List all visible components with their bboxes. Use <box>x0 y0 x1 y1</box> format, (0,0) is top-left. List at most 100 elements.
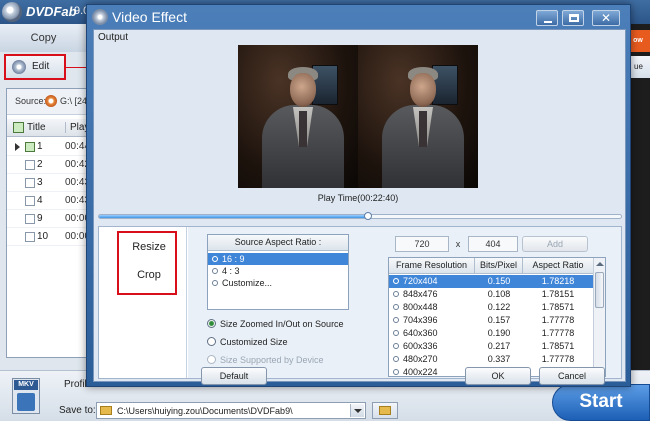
column-bits-per-pixel[interactable]: Bits/Pixel <box>475 258 523 273</box>
minimize-button[interactable] <box>536 10 558 26</box>
default-button[interactable]: Default <box>201 367 267 385</box>
aspect-ratio-cell: 1.77778 <box>541 328 575 338</box>
mkv-badge: MKV <box>14 380 38 390</box>
title-number: 3 <box>37 177 43 188</box>
start-button[interactable]: Start <box>552 384 650 421</box>
column-aspect-ratio[interactable]: Aspect Ratio <box>523 258 593 273</box>
resolution-table: Frame Resolution Bits/Pixel Aspect Ratio… <box>388 257 606 377</box>
chevron-down-icon[interactable] <box>350 404 364 417</box>
aspect-option[interactable]: Customize... <box>208 277 348 289</box>
aspect-ratio-cell: 1.78571 <box>541 341 575 351</box>
size-custom-label: Customized Size <box>220 337 288 347</box>
save-path-field[interactable]: C:\Users\huiying.zou\Documents\DVDFab9\ <box>96 402 366 419</box>
resolution-row[interactable]: 600x336 0.217 1.78571 <box>389 340 593 353</box>
video-preview <box>238 45 478 188</box>
title-checkbox[interactable] <box>25 178 35 188</box>
save-to-label: Save to: <box>59 405 96 416</box>
size-custom-radio[interactable]: Customized Size <box>207 337 288 347</box>
title-row[interactable]: 10 00:00 <box>7 228 93 246</box>
radio-dot <box>212 256 218 262</box>
film-icon <box>17 393 35 411</box>
title-number: 4 <box>37 195 43 206</box>
resolution-row[interactable]: 704x396 0.157 1.77778 <box>389 314 593 327</box>
scroll-up-icon[interactable] <box>595 259 604 269</box>
cancel-button[interactable]: Cancel <box>539 367 605 385</box>
frame-resolution-value: 800x448 <box>403 302 438 312</box>
aspect-ratio-cell: 1.77778 <box>541 354 575 364</box>
aspect-ratio-cell: 1.78151 <box>541 289 575 299</box>
seek-progress <box>99 215 368 218</box>
dvdfab-logo-icon <box>2 2 22 22</box>
tabs-annotation-box <box>117 231 177 295</box>
size-device-label: Size Supported by Device <box>220 355 324 365</box>
title-checkbox[interactable] <box>25 196 35 206</box>
close-button[interactable]: ✕ <box>592 10 620 26</box>
height-input[interactable]: 404 <box>468 236 518 252</box>
select-all-checkbox[interactable] <box>13 122 24 133</box>
frame-resolution-cell: 800x448 <box>389 301 475 314</box>
ok-button[interactable]: OK <box>465 367 531 385</box>
size-separator: x <box>455 239 461 249</box>
scroll-thumb[interactable] <box>595 272 604 308</box>
size-zoomed-radio[interactable]: Size Zoomed In/Out on Source <box>207 319 344 329</box>
open-folder-icon <box>379 406 391 415</box>
frame-resolution-value: 600x336 <box>403 341 438 351</box>
bits-per-pixel-cell: 0.217 <box>487 341 511 351</box>
frame-resolution-value: 720x404 <box>403 276 438 286</box>
browse-folder-button[interactable] <box>372 402 398 419</box>
radio-dot <box>393 317 399 323</box>
bits-per-pixel-cell: 0.108 <box>487 289 511 299</box>
resolution-row[interactable]: 640x360 0.190 1.77778 <box>389 327 593 340</box>
video-effect-dialog: Video Effect ✕ Output Play Time(00:22:40… <box>86 4 631 387</box>
copy-tab[interactable]: Copy <box>0 24 88 52</box>
title-number: 9 <box>37 213 43 224</box>
frame-resolution-cell: 704x396 <box>389 314 475 327</box>
frame-resolution-value: 704x396 <box>403 315 438 325</box>
mkv-profile-icon[interactable]: MKV <box>12 378 40 414</box>
aspect-ratio-cell: 1.78218 <box>541 276 575 286</box>
folder-icon <box>100 406 112 415</box>
aspect-ratio-cell: 1.77778 <box>541 315 575 325</box>
title-checkbox[interactable] <box>25 160 35 170</box>
source-disc-icon <box>45 95 57 107</box>
title-row[interactable]: 4 00:43 <box>7 192 93 210</box>
frame-resolution-value: 400x224 <box>403 367 438 377</box>
radio-dot <box>393 291 399 297</box>
radio-dot <box>212 280 218 286</box>
add-button[interactable]: Add <box>522 236 588 252</box>
dialog-title: Video Effect <box>112 9 187 25</box>
maximize-button[interactable] <box>562 10 584 26</box>
resolution-row[interactable]: 480x270 0.337 1.77778 <box>389 353 593 366</box>
source-aspect-ratio-list: Source Aspect Ratio : 16 : 9 4 : 3 Customi… <box>207 234 349 310</box>
output-label: Output <box>98 32 129 43</box>
radio-dot <box>207 337 216 346</box>
size-device-radio: Size Supported by Device <box>207 355 324 365</box>
minimize-icon <box>544 21 552 23</box>
title-checkbox[interactable] <box>25 214 35 224</box>
aspect-option[interactable]: 16 : 9 <box>208 253 348 265</box>
radio-dot <box>393 343 399 349</box>
seek-handle[interactable] <box>363 212 372 220</box>
seek-slider[interactable] <box>98 212 622 220</box>
title-row[interactable]: 9 00:00 <box>7 210 93 228</box>
resolution-scrollbar[interactable] <box>593 258 605 376</box>
source-label: Source: <box>15 96 47 106</box>
column-title[interactable]: Title <box>27 122 46 133</box>
save-path-value: C:\Users\huiying.zou\Documents\DVDFab9\ <box>117 406 293 416</box>
title-checkbox[interactable] <box>25 142 35 152</box>
aspect-ratio-header: Source Aspect Ratio : <box>208 235 348 251</box>
resolution-row[interactable]: 800x448 0.122 1.78571 <box>389 301 593 314</box>
width-input[interactable]: 720 <box>395 236 449 252</box>
dialog-body: Output Play Time(00:22:40) Resize Crop S… <box>93 29 626 382</box>
title-checkbox[interactable] <box>25 232 35 242</box>
aspect-option[interactable]: 4 : 3 <box>208 265 348 277</box>
title-row[interactable]: 2 00:42 <box>7 156 93 174</box>
resolution-row[interactable]: 848x476 0.108 1.78151 <box>389 288 593 301</box>
column-frame-resolution[interactable]: Frame Resolution <box>389 258 475 273</box>
resolution-row[interactable]: 720x404 0.150 1.78218 <box>389 275 593 288</box>
aspect-option-label: Customize... <box>222 278 273 288</box>
title-row[interactable]: 3 00:43 <box>7 174 93 192</box>
title-row[interactable]: 1 00:44 <box>7 138 93 156</box>
side-tabs: Resize Crop <box>99 227 187 378</box>
edit-button[interactable]: Edit <box>4 54 66 80</box>
